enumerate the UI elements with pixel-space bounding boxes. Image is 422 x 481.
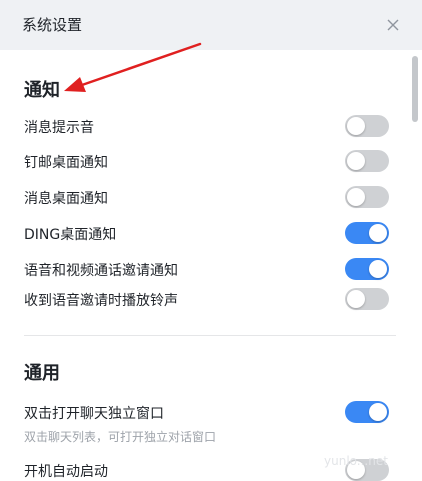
toggle-call-invite-notify[interactable]	[345, 258, 389, 280]
toggle-knob	[369, 224, 387, 242]
toggle-message-sound[interactable]	[345, 115, 389, 137]
title-bar: 系统设置	[0, 0, 422, 50]
window-title: 系统设置	[22, 16, 83, 34]
section-title-notify: 通知	[24, 80, 60, 101]
setting-row-invite-ringtone: 收到语音邀请时播放铃声	[0, 282, 408, 316]
setting-label: 语音和视频通话邀请通知	[24, 263, 178, 279]
toggle-double-click-window[interactable]	[345, 401, 389, 423]
setting-label: 收到语音邀请时播放铃声	[24, 293, 178, 309]
setting-description: 双击聊天列表，可打开独立对话窗口	[24, 430, 217, 444]
setting-label: 消息桌面通知	[24, 191, 108, 207]
setting-row-ding-notify: DING桌面通知	[0, 216, 408, 250]
setting-row-message-sound: 消息提示音	[0, 109, 408, 143]
setting-row-mail-notify: 钉邮桌面通知	[0, 144, 408, 178]
settings-panel: 通知 消息提示音 钉邮桌面通知 消息桌面通知 DING桌面通知 语音和视频通话邀…	[0, 50, 408, 481]
toggle-mail-notify[interactable]	[345, 150, 389, 172]
setting-row-call-invite-notify: 语音和视频通话邀请通知	[0, 252, 408, 286]
close-button[interactable]	[380, 12, 406, 38]
close-icon	[387, 19, 399, 31]
toggle-knob	[369, 260, 387, 278]
setting-label: 开机自动启动	[24, 464, 108, 480]
toggle-message-desktop-notify[interactable]	[345, 186, 389, 208]
toggle-ding-notify[interactable]	[345, 222, 389, 244]
section-divider	[24, 335, 396, 336]
scrollbar-thumb[interactable]	[412, 56, 418, 122]
watermark: yunlo...net	[324, 454, 388, 468]
toggle-knob	[369, 403, 387, 421]
toggle-knob	[347, 152, 365, 170]
setting-row-double-click-window: 双击打开聊天独立窗口	[0, 395, 408, 429]
setting-label: DING桌面通知	[24, 227, 117, 243]
setting-label: 双击打开聊天独立窗口	[24, 406, 164, 422]
toggle-invite-ringtone[interactable]	[345, 288, 389, 310]
toggle-knob	[347, 188, 365, 206]
toggle-knob	[347, 117, 365, 135]
setting-row-message-desktop-notify: 消息桌面通知	[0, 180, 408, 214]
setting-label: 消息提示音	[24, 120, 94, 136]
section-title-general: 通用	[24, 363, 60, 384]
toggle-knob	[347, 290, 365, 308]
setting-label: 钉邮桌面通知	[24, 155, 108, 171]
